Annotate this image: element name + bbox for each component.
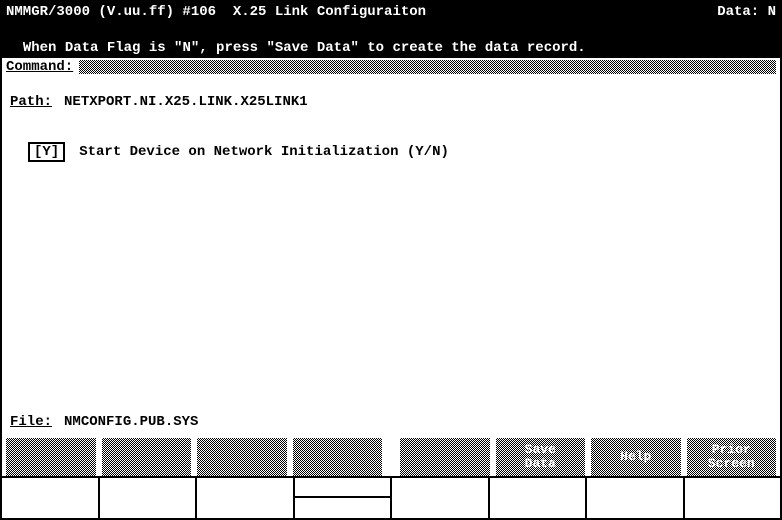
main-area: Path: NETXPORT.NI.X25.LINK.X25LINK1 [Y] …	[2, 76, 780, 166]
status-cell-7	[587, 478, 685, 518]
fnkey-help[interactable]: Help	[591, 438, 681, 476]
fnkey-save-data[interactable]: SaveData	[496, 438, 586, 476]
file-row: File: NMCONFIG.PUB.SYS	[10, 414, 198, 430]
status-cell-4	[295, 478, 393, 518]
status-cell-2	[100, 478, 198, 518]
title-bar: NMMGR/3000 (V.uu.ff) #106 X.25 Link Conf…	[2, 2, 780, 22]
start-device-label: Start Device on Network Initialization (…	[79, 144, 449, 160]
fnkey-f1[interactable]	[6, 438, 96, 476]
message-bar: When Data Flag is "N", press "Save Data"…	[2, 22, 780, 58]
fnkey-f2[interactable]	[102, 438, 192, 476]
path-label: Path:	[10, 94, 52, 110]
file-value: NMCONFIG.PUB.SYS	[64, 414, 198, 430]
path-row: Path: NETXPORT.NI.X25.LINK.X25LINK1	[10, 94, 772, 110]
start-device-row: [Y] Start Device on Network Initializati…	[28, 142, 772, 162]
status-cell-5	[392, 478, 490, 518]
app-title: NMMGR/3000 (V.uu.ff) #106 X.25 Link Conf…	[6, 4, 426, 20]
status-cell-8	[685, 478, 781, 518]
path-value: NETXPORT.NI.X25.LINK.X25LINK1	[64, 94, 308, 110]
command-bar: Command:	[2, 58, 780, 76]
command-label: Command:	[6, 59, 73, 75]
status-cell-3	[197, 478, 295, 518]
status-cell-1	[2, 478, 100, 518]
command-input[interactable]	[79, 60, 776, 74]
bottom-status-grid	[2, 476, 780, 518]
data-flag: Data: N	[717, 4, 776, 20]
file-label: File:	[10, 414, 52, 430]
status-cell-6	[490, 478, 588, 518]
fnkey-f3[interactable]	[197, 438, 287, 476]
fnkey-f4[interactable]	[293, 438, 383, 476]
message-text: When Data Flag is "N", press "Save Data"…	[23, 40, 586, 56]
fnkey-prior-screen[interactable]: PriorScreen	[687, 438, 777, 476]
function-keys: SaveData Help PriorScreen	[6, 438, 776, 476]
start-device-input[interactable]: [Y]	[28, 142, 65, 162]
fnkey-f5[interactable]	[400, 438, 490, 476]
